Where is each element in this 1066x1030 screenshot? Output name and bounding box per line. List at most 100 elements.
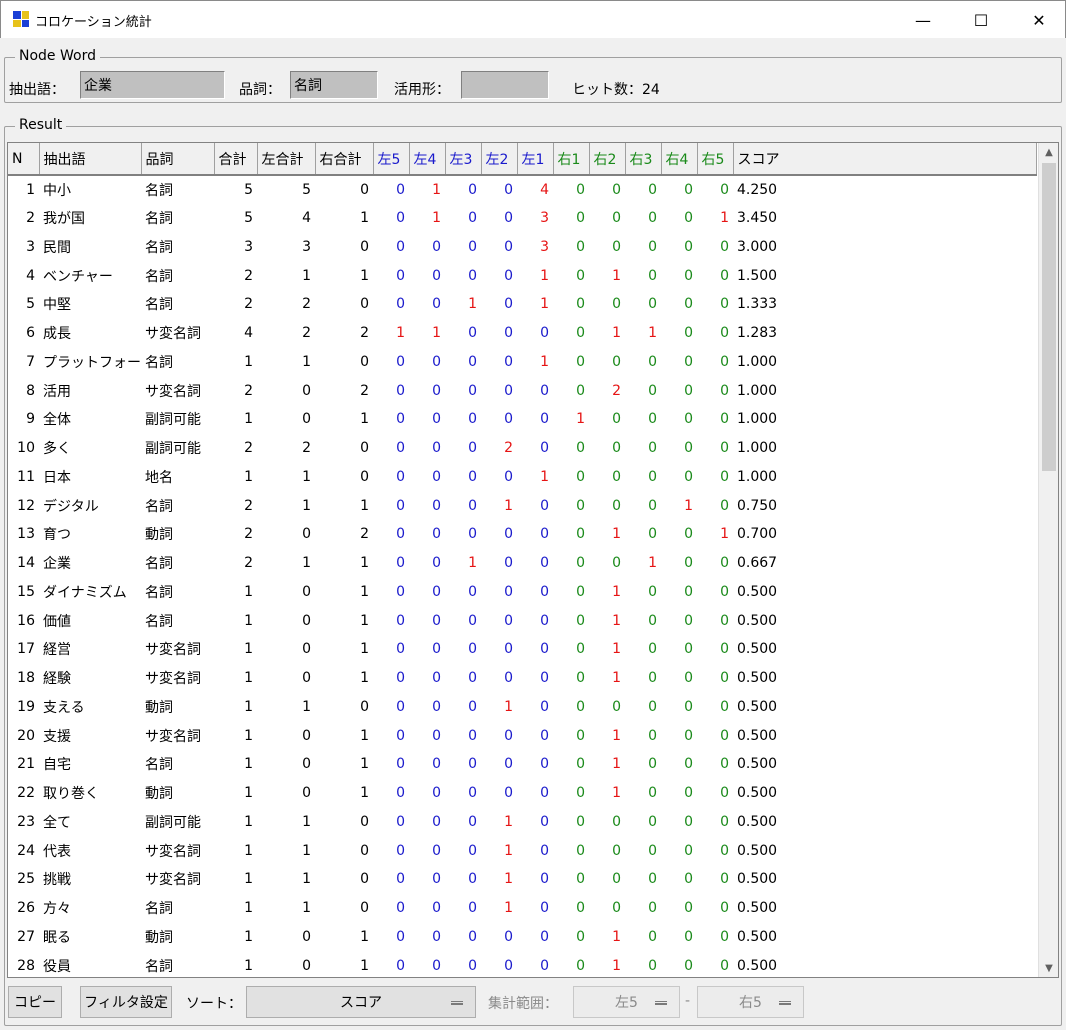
table-row[interactable]: 4 ベンチャー 名詞 2 1 1 0 0 0 0 1 0 1 0 0 0 1.500 — [8, 261, 1036, 290]
col-header-total[interactable]: 合計 — [214, 143, 258, 176]
app-grid-icon — [13, 11, 29, 27]
table-row[interactable]: 10 多く 副詞可能 2 2 0 0 0 0 2 0 0 0 0 0 0 1.000 — [8, 434, 1036, 463]
conj-field[interactable] — [461, 71, 549, 99]
right-span-cell: 0 — [576, 871, 585, 888]
col-header-right-total[interactable]: 右合計 — [315, 143, 374, 176]
vertical-scrollbar[interactable]: ▲ ▼ — [1038, 143, 1058, 977]
count-cell: 1 — [360, 641, 369, 658]
left-span-cell: 0 — [396, 382, 405, 399]
col-header-r2[interactable]: 右2 — [589, 143, 626, 176]
filter-settings-button[interactable]: フィルタ設定 — [80, 986, 172, 1018]
copy-button[interactable]: コピー — [8, 986, 62, 1018]
table-row[interactable]: 9 全体 副詞可能 1 0 1 0 0 0 0 0 1 0 0 0 0 1.000 — [8, 405, 1036, 434]
left-span-cell: 0 — [468, 353, 477, 370]
close-button[interactable]: ✕ — [1011, 1, 1066, 39]
left-span-cell: 0 — [540, 325, 549, 342]
table-row[interactable]: 26 方々 名詞 1 1 0 0 0 0 1 0 0 0 0 0 0 0.500 — [8, 894, 1036, 923]
pos-cell: 副詞可能 — [145, 441, 201, 458]
word-cell: 自宅 — [43, 757, 71, 774]
right-span-cell: 0 — [576, 583, 585, 600]
col-header-left-total[interactable]: 左合計 — [257, 143, 316, 176]
maximize-button[interactable]: ☐ — [953, 1, 1009, 39]
col-header-r4[interactable]: 右4 — [661, 143, 698, 176]
left-span-cell: 0 — [396, 641, 405, 658]
pos-field[interactable]: 名詞 — [290, 71, 378, 99]
col-header-l2[interactable]: 左2 — [481, 143, 518, 176]
row-number: 9 — [26, 411, 35, 428]
right-span-cell: 0 — [648, 670, 657, 687]
table-row[interactable]: 14 企業 名詞 2 1 1 0 0 1 0 0 0 0 1 0 0 0.667 — [8, 549, 1036, 578]
right-span-cell: 0 — [684, 698, 693, 715]
table-row[interactable]: 5 中堅 名詞 2 2 0 0 0 1 0 1 0 0 0 0 0 1.333 — [8, 290, 1036, 319]
table-row[interactable]: 8 活用 サ変名詞 2 0 2 0 0 0 0 0 0 2 0 0 0 1.000 — [8, 376, 1036, 405]
table-row[interactable]: 16 価値 名詞 1 0 1 0 0 0 0 0 0 1 0 0 0 0.500 — [8, 606, 1036, 635]
table-row[interactable]: 24 代表 サ変名詞 1 1 0 0 0 0 1 0 0 0 0 0 0 0.500 — [8, 836, 1036, 865]
right-span-cell: 0 — [612, 497, 621, 514]
col-header-word[interactable]: 抽出語 — [39, 143, 142, 176]
table-row[interactable]: 13 育つ 動詞 2 0 2 0 0 0 0 0 0 1 0 0 1 0.700 — [8, 520, 1036, 549]
col-header-l1[interactable]: 左1 — [517, 143, 554, 176]
scroll-down-icon[interactable]: ▼ — [1039, 959, 1058, 977]
table-row[interactable]: 1 中小 名詞 5 5 0 0 1 0 0 4 0 0 0 0 0 4.250 — [8, 175, 1036, 204]
table-row[interactable]: 18 経験 サ変名詞 1 0 1 0 0 0 0 0 0 1 0 0 0 0.500 — [8, 664, 1036, 693]
word-cell: 我が国 — [43, 211, 85, 228]
count-cell: 0 — [360, 698, 369, 715]
left-span-cell: 0 — [504, 555, 513, 572]
table-row[interactable]: 11 日本 地名 1 1 0 0 0 0 0 1 0 0 0 0 0 1.000 — [8, 463, 1036, 492]
right-span-cell: 0 — [612, 296, 621, 313]
table-row[interactable]: 12 デジタル 名詞 2 1 1 0 0 0 1 0 0 0 0 1 0 0.750 — [8, 491, 1036, 520]
col-header-score[interactable]: スコア — [733, 143, 1037, 176]
score-cell: 0.667 — [737, 555, 778, 572]
scroll-thumb[interactable] — [1042, 163, 1056, 471]
right-span-cell: 0 — [684, 468, 693, 485]
table-row[interactable]: 21 自宅 名詞 1 0 1 0 0 0 0 0 0 1 0 0 0 0.500 — [8, 750, 1036, 779]
table-row[interactable]: 19 支える 動詞 1 1 0 0 0 0 1 0 0 0 0 0 0 0.500 — [8, 693, 1036, 722]
left-span-cell: 0 — [396, 238, 405, 255]
word-cell: 成長 — [43, 326, 71, 343]
left-span-cell: 0 — [504, 641, 513, 658]
col-header-n[interactable]: N — [8, 143, 40, 176]
table-row[interactable]: 27 眠る 動詞 1 0 1 0 0 0 0 0 0 1 0 0 0 0.500 — [8, 923, 1036, 952]
pos-cell: 名詞 — [145, 556, 173, 573]
left-span-cell: 0 — [504, 526, 513, 543]
range-left-dropdown[interactable]: 左5 — [573, 986, 680, 1018]
col-header-r1[interactable]: 右1 — [553, 143, 590, 176]
left-span-cell: 0 — [468, 468, 477, 485]
sort-dropdown[interactable]: スコア — [246, 986, 476, 1018]
right-span-cell: 0 — [612, 842, 621, 859]
table-row[interactable]: 25 挑戦 サ変名詞 1 1 0 0 0 0 1 0 0 0 0 0 0 0.500 — [8, 865, 1036, 894]
col-header-r3[interactable]: 右3 — [625, 143, 662, 176]
col-header-l4[interactable]: 左4 — [409, 143, 446, 176]
right-span-cell: 0 — [720, 670, 729, 687]
table-row[interactable]: 3 民間 名詞 3 3 0 0 0 0 0 3 0 0 0 0 0 3.000 — [8, 233, 1036, 262]
table-row[interactable]: 2 我が国 名詞 5 4 1 0 1 0 0 3 0 0 0 0 1 3.450 — [8, 204, 1036, 233]
table-row[interactable]: 6 成長 サ変名詞 4 2 2 1 1 0 0 0 0 1 1 0 0 1.283 — [8, 319, 1036, 348]
table-row[interactable]: 22 取り巻く 動詞 1 0 1 0 0 0 0 0 0 1 0 0 0 0.500 — [8, 779, 1036, 808]
col-header-l5[interactable]: 左5 — [373, 143, 410, 176]
count-cell: 1 — [244, 698, 253, 715]
range-right-dropdown[interactable]: 右5 — [697, 986, 804, 1018]
score-cell: 4.250 — [737, 181, 778, 198]
table-row[interactable]: 23 全て 副詞可能 1 1 0 0 0 0 1 0 0 0 0 0 0 0.500 — [8, 808, 1036, 837]
left-span-cell: 0 — [432, 641, 441, 658]
right-span-cell: 1 — [720, 210, 729, 227]
right-span-cell: 0 — [684, 727, 693, 744]
table-row[interactable]: 20 支援 サ変名詞 1 0 1 0 0 0 0 0 0 1 0 0 0 0.500 — [8, 721, 1036, 750]
table-row[interactable]: 15 ダイナミズム 名詞 1 0 1 0 0 0 0 0 0 1 0 0 0 0.500 — [8, 578, 1036, 607]
table-row[interactable]: 28 役員 名詞 1 0 1 0 0 0 0 0 0 1 0 0 0 0.500 — [8, 951, 1036, 977]
minimize-button[interactable]: — — [895, 1, 951, 39]
table-row[interactable]: 17 経営 サ変名詞 1 0 1 0 0 0 0 0 0 1 0 0 0 0.500 — [8, 635, 1036, 664]
row-number: 28 — [17, 957, 35, 974]
row-number: 21 — [17, 756, 35, 773]
scroll-up-icon[interactable]: ▲ — [1039, 143, 1058, 161]
col-header-r5[interactable]: 右5 — [697, 143, 734, 176]
table-row[interactable]: 7 プラットフォーム名詞 1 1 0 0 0 0 0 1 0 0 0 0 0 1.000 — [8, 348, 1036, 377]
result-grid[interactable]: N 抽出語 品詞 合計 左合計 右合計 左5 左4 左3 左2 左1 右1 右2… — [7, 142, 1059, 978]
col-header-l3[interactable]: 左3 — [445, 143, 482, 176]
count-cell: 2 — [244, 382, 253, 399]
extract-field[interactable]: 企業 — [80, 71, 225, 99]
col-header-pos[interactable]: 品詞 — [141, 143, 215, 176]
right-span-cell: 0 — [576, 238, 585, 255]
count-cell: 1 — [244, 756, 253, 773]
count-cell: 2 — [244, 555, 253, 572]
